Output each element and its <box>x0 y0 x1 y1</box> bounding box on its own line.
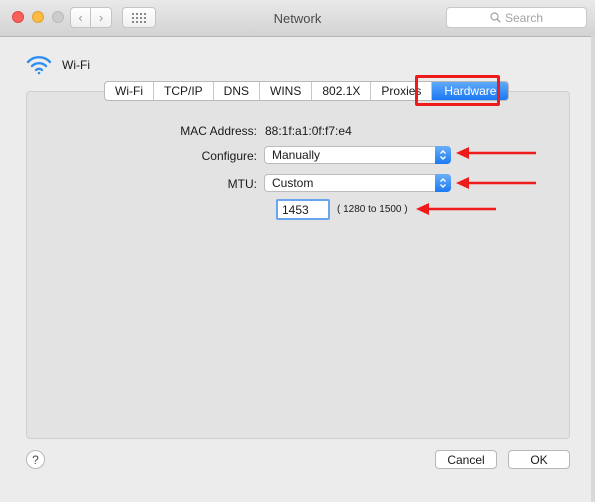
help-button[interactable]: ? <box>26 450 45 469</box>
tab-wins[interactable]: WINS <box>260 82 313 100</box>
configure-popup[interactable]: Manually <box>264 146 451 164</box>
annotation-arrow-icon <box>416 203 496 215</box>
settings-panel <box>26 91 570 439</box>
mac-address-label: MAC Address: <box>180 124 257 138</box>
ok-button[interactable]: OK <box>508 450 570 469</box>
tab-8021x[interactable]: 802.1X <box>312 82 372 100</box>
up-down-chevron-icon <box>440 178 446 188</box>
annotation-arrow-icon <box>456 147 536 159</box>
network-window: ‹ › Network Search Wi-Fi Wi-Fi TCP/IP DN… <box>0 0 595 502</box>
search-field[interactable]: Search <box>446 7 587 28</box>
mtu-popup[interactable]: Custom <box>264 174 451 192</box>
mtu-stepper <box>435 174 451 192</box>
search-icon <box>490 12 501 23</box>
title-bar: ‹ › Network Search <box>0 0 595 37</box>
tab-tcpip[interactable]: TCP/IP <box>154 82 214 100</box>
configure-value: Manually <box>272 148 321 162</box>
window-edge <box>591 36 595 502</box>
hardware-tab-highlight <box>415 75 500 106</box>
interface-name: Wi-Fi <box>62 58 90 72</box>
wifi-icon <box>26 56 52 75</box>
annotation-arrow-icon <box>456 177 536 189</box>
cancel-button[interactable]: Cancel <box>435 450 497 469</box>
mtu-value: Custom <box>272 176 314 190</box>
mtu-input[interactable] <box>276 199 330 220</box>
configure-stepper <box>435 146 451 164</box>
interface-header: Wi-Fi <box>26 55 90 75</box>
mtu-range-hint: ( 1280 to 1500 ) <box>337 204 408 215</box>
tab-dns[interactable]: DNS <box>214 82 260 100</box>
mac-address-value: 88:1f:a1:0f:f7:e4 <box>265 124 352 138</box>
search-placeholder: Search <box>504 10 544 25</box>
tab-wifi[interactable]: Wi-Fi <box>105 82 154 100</box>
mtu-label: MTU: <box>227 177 257 191</box>
configure-label: Configure: <box>201 149 257 163</box>
up-down-chevron-icon <box>440 150 446 160</box>
